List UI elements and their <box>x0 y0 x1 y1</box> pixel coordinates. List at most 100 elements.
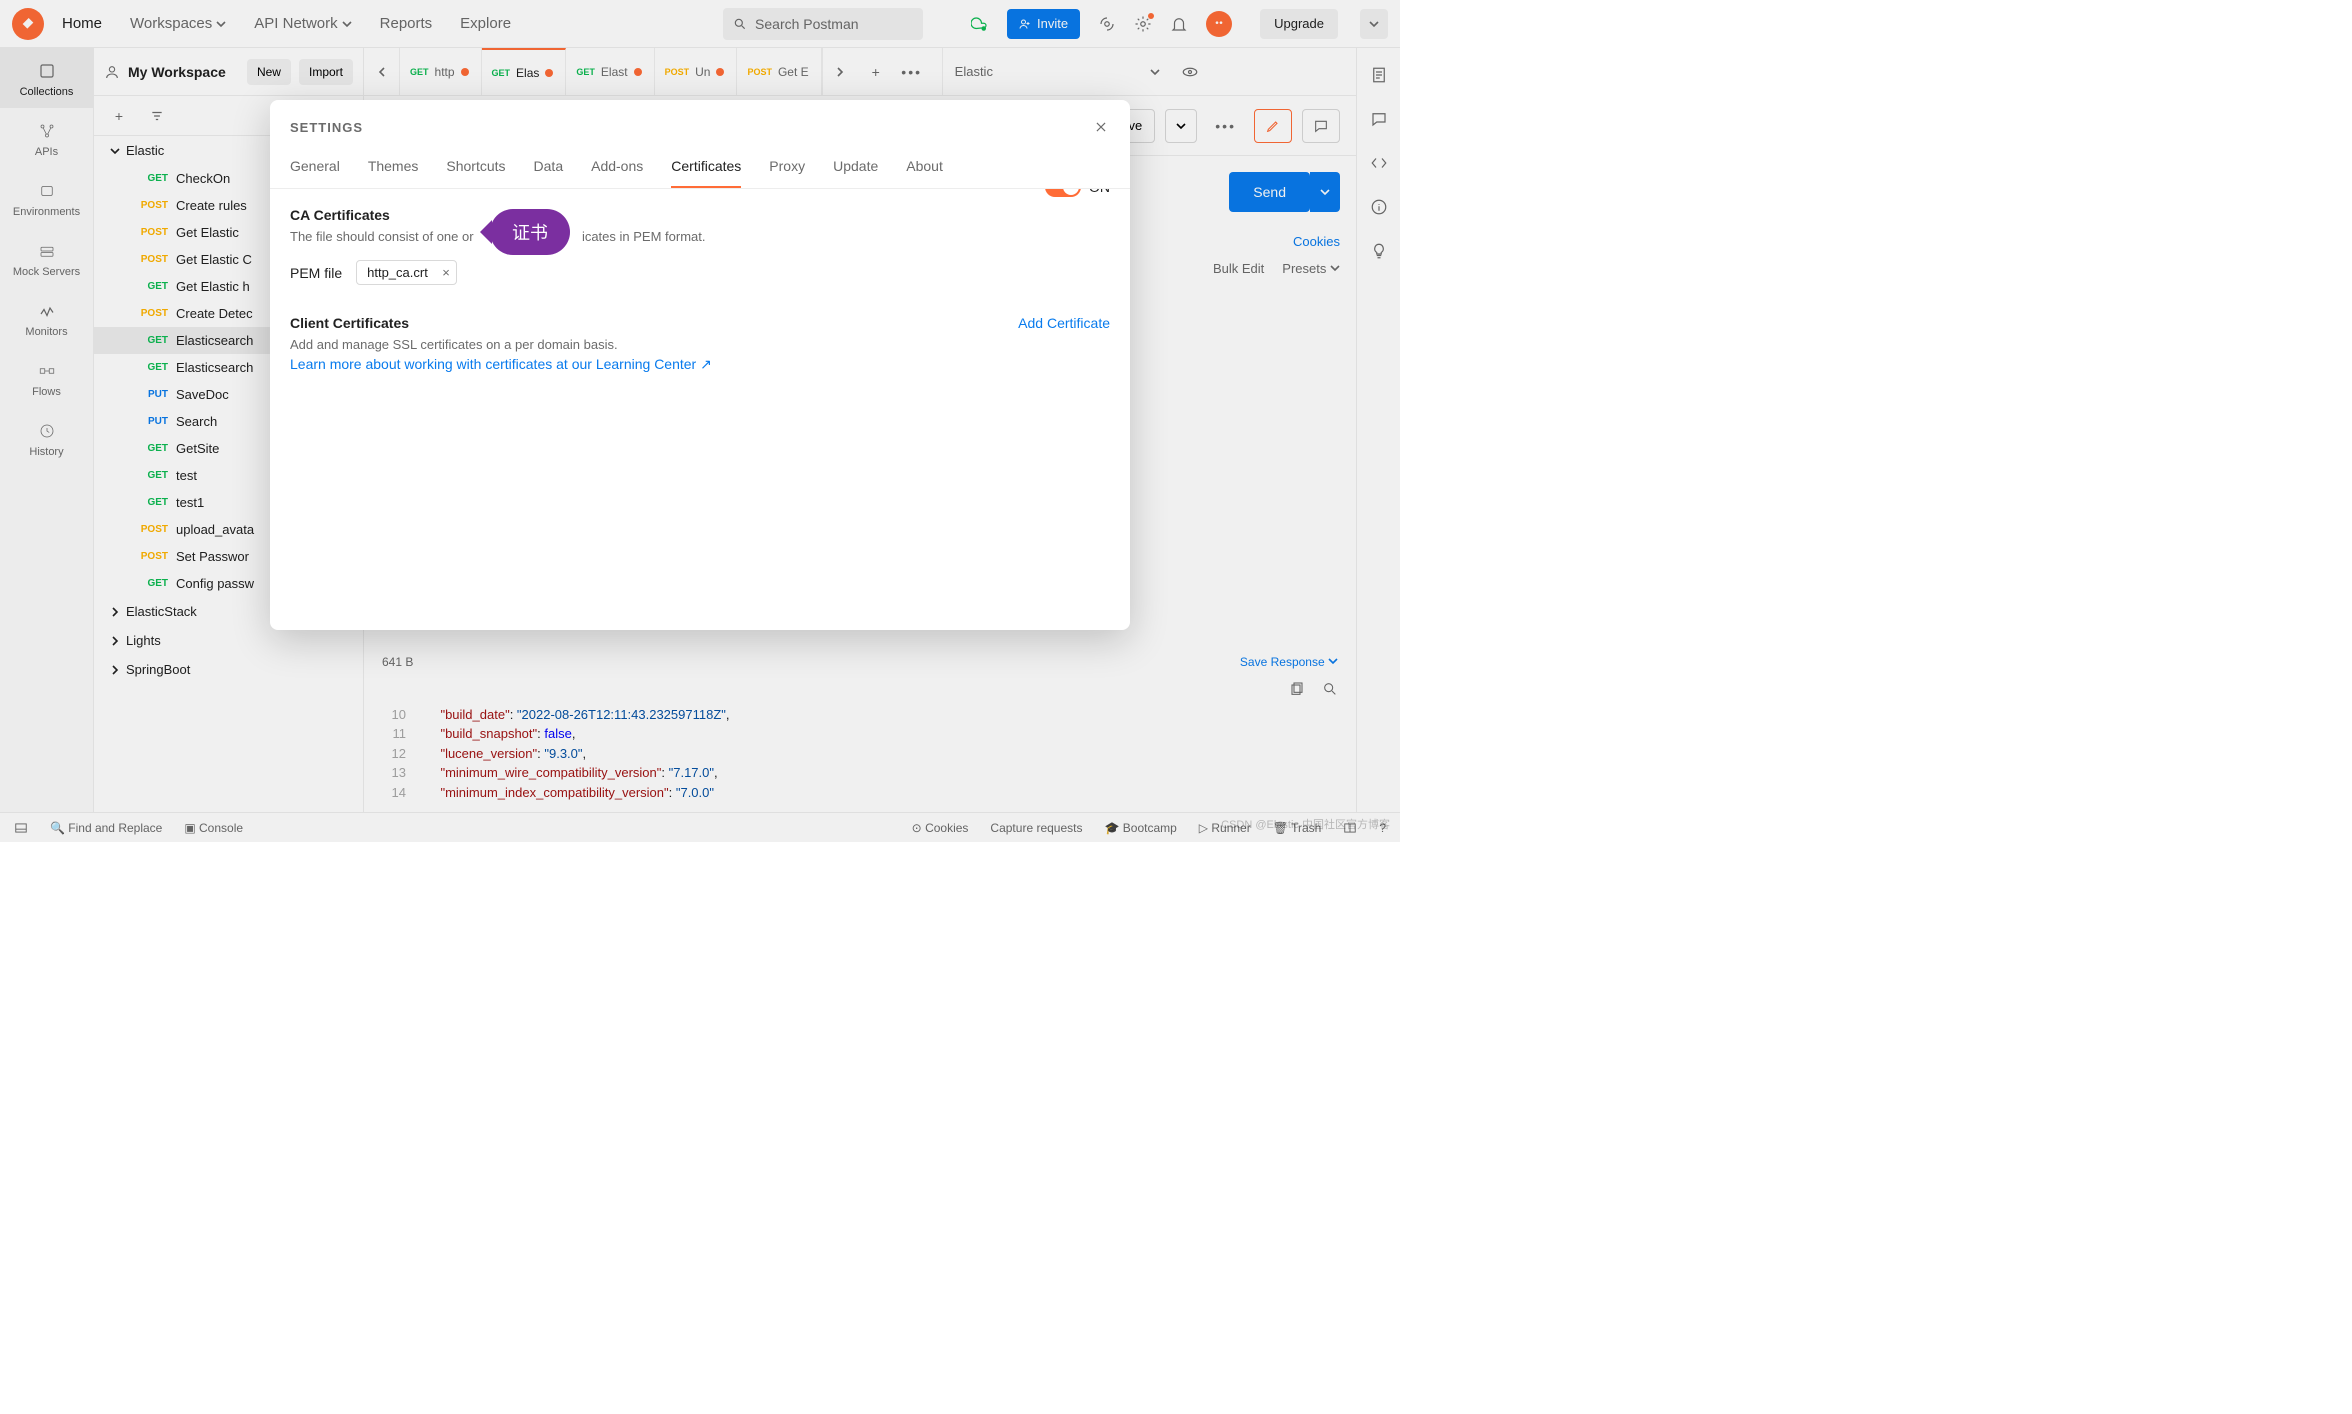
method-label: GET <box>136 578 168 589</box>
request-tab[interactable]: POSTUn <box>655 48 738 95</box>
add-collection-button[interactable]: + <box>102 101 136 131</box>
settings-tab-certificates[interactable]: Certificates <box>671 148 741 188</box>
send-dropdown[interactable] <box>1310 172 1340 212</box>
request-name: Get Elastic <box>176 225 239 240</box>
comments-rail-icon[interactable] <box>1370 110 1388 128</box>
tabs-scroll-left[interactable] <box>364 48 400 95</box>
global-search[interactable]: Search Postman <box>723 8 923 40</box>
method-label: PUT <box>136 389 168 400</box>
method-label: POST <box>136 308 168 319</box>
console-button[interactable]: ▣ Console <box>184 821 243 835</box>
copy-response-icon[interactable] <box>1288 681 1304 697</box>
settings-tab-data[interactable]: Data <box>534 148 564 188</box>
request-tab[interactable]: GEThttp <box>400 48 482 95</box>
nav-history[interactable]: History <box>0 408 93 468</box>
modal-close-button[interactable] <box>1092 118 1110 136</box>
learn-more-link[interactable]: Learn more about working with certificat… <box>290 356 1110 373</box>
request-name: Set Passwor <box>176 549 249 564</box>
nav-workspaces[interactable]: Workspaces <box>130 15 226 32</box>
code-line: 10 "build_date": "2022-08-26T12:11:43.23… <box>380 705 1340 725</box>
comments-button[interactable] <box>1302 109 1340 143</box>
upgrade-dropdown[interactable] <box>1360 9 1388 39</box>
settings-tab-update[interactable]: Update <box>833 148 878 188</box>
settings-tab-about[interactable]: About <box>906 148 943 188</box>
footer-cookies[interactable]: ⊙ Cookies <box>912 821 969 835</box>
request-name: Config passw <box>176 576 254 591</box>
nav-collections[interactable]: Collections <box>0 48 93 108</box>
request-tab[interactable]: GETElast <box>566 48 654 95</box>
request-name: SaveDoc <box>176 387 229 402</box>
settings-tab-add-ons[interactable]: Add-ons <box>591 148 643 188</box>
invite-button[interactable]: Invite <box>1007 9 1080 39</box>
bulk-edit-link[interactable]: Bulk Edit <box>1213 261 1264 276</box>
client-certificates-title: Client Certificates <box>290 315 1110 331</box>
new-button[interactable]: New <box>247 59 291 85</box>
nav-flows[interactable]: Flows <box>0 348 93 408</box>
client-certificates-desc: Add and manage SSL certificates on a per… <box>290 337 1110 352</box>
request-name: test1 <box>176 495 204 510</box>
settings-tab-shortcuts[interactable]: Shortcuts <box>446 148 505 188</box>
import-button[interactable]: Import <box>299 59 353 85</box>
method-label: POST <box>136 524 168 535</box>
nav-api-network[interactable]: API Network <box>254 15 351 32</box>
send-button[interactable]: Send <box>1229 172 1310 212</box>
code-icon[interactable] <box>1370 154 1388 172</box>
presets-dropdown[interactable]: Presets <box>1282 261 1340 276</box>
code-line: 12 "lucene_version": "9.3.0", <box>380 744 1340 764</box>
folder-item[interactable]: SpringBoot <box>94 655 363 684</box>
postman-logo[interactable] <box>12 8 44 40</box>
bulb-icon[interactable] <box>1370 242 1388 260</box>
nav-monitors[interactable]: Monitors <box>0 288 93 348</box>
satellite-icon[interactable] <box>1098 15 1116 33</box>
ca-toggle[interactable] <box>1045 189 1081 197</box>
settings-icon[interactable] <box>1134 15 1152 33</box>
docs-icon[interactable] <box>1370 66 1388 84</box>
environment-dropdown[interactable]: Elastic <box>942 48 1172 95</box>
save-response-dropdown[interactable]: Save Response <box>1240 655 1338 669</box>
environment-quicklook[interactable] <box>1172 48 1208 95</box>
request-name: Elasticsearch <box>176 360 253 375</box>
settings-tab-proxy[interactable]: Proxy <box>769 148 805 188</box>
upgrade-button[interactable]: Upgrade <box>1260 9 1338 39</box>
settings-tab-general[interactable]: General <box>290 148 340 188</box>
folder-item[interactable]: Lights <box>94 626 363 655</box>
user-avatar[interactable] <box>1206 11 1232 37</box>
nav-environments[interactable]: Environments <box>0 168 93 228</box>
watermark: CSDN @Elastic 中国社区官方博客 <box>1221 816 1390 832</box>
method-label: GET <box>136 497 168 508</box>
nav-explore[interactable]: Explore <box>460 15 511 32</box>
request-tab[interactable]: POSTGet E <box>737 48 821 95</box>
pem-file-remove[interactable]: × <box>442 265 450 280</box>
new-tab-button[interactable]: + <box>858 48 894 95</box>
info-icon[interactable] <box>1370 198 1388 216</box>
request-name: GetSite <box>176 441 219 456</box>
filter-button[interactable] <box>140 101 174 131</box>
sync-icon[interactable] <box>971 15 989 33</box>
code-line: 13 "minimum_wire_compatibility_version":… <box>380 763 1340 783</box>
request-tab[interactable]: GETElas <box>482 48 567 95</box>
method-label: GET <box>136 362 168 373</box>
nav-mock-servers[interactable]: Mock Servers <box>0 228 93 288</box>
unsaved-dot <box>461 68 469 76</box>
tabs-bar: GEThttpGETElasGETElastPOSTUnPOSTGet E + … <box>364 48 1356 96</box>
tabs-scroll-right[interactable] <box>822 48 858 95</box>
save-dropdown[interactable] <box>1165 109 1197 143</box>
panel-toggle-icon[interactable] <box>14 821 28 835</box>
add-certificate-link[interactable]: Add Certificate <box>1018 315 1110 331</box>
nav-apis[interactable]: APIs <box>0 108 93 168</box>
footer-bootcamp[interactable]: 🎓 Bootcamp <box>1104 821 1176 835</box>
workspace-header: My Workspace New Import <box>94 48 363 96</box>
cookies-link[interactable]: Cookies <box>1293 234 1340 249</box>
settings-tab-themes[interactable]: Themes <box>368 148 419 188</box>
search-response-icon[interactable] <box>1322 681 1338 697</box>
tabs-more-button[interactable]: ••• <box>894 48 930 95</box>
notifications-icon[interactable] <box>1170 15 1188 33</box>
method-label: GET <box>136 443 168 454</box>
method-label: GET <box>136 335 168 346</box>
find-replace-button[interactable]: 🔍 Find and Replace <box>50 821 162 835</box>
request-more-button[interactable]: ••• <box>1207 118 1244 134</box>
footer-capture[interactable]: Capture requests <box>990 821 1082 835</box>
edit-name-button[interactable] <box>1254 109 1292 143</box>
nav-home[interactable]: Home <box>62 15 102 32</box>
nav-reports[interactable]: Reports <box>380 15 433 32</box>
